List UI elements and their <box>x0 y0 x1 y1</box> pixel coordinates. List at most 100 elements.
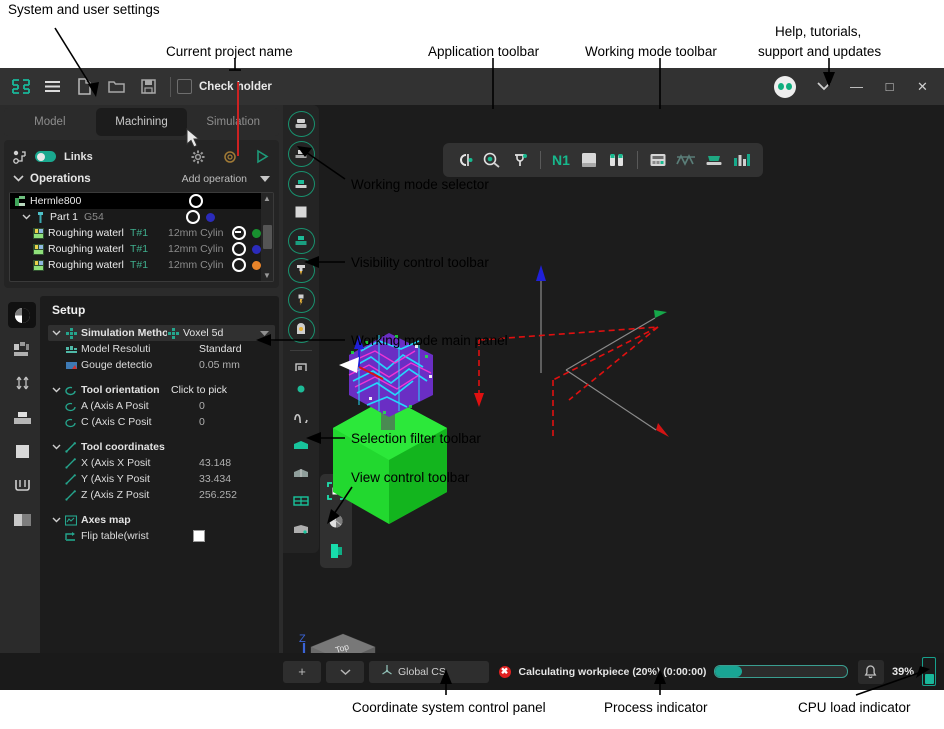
property-row-axis-y[interactable]: Y (Axis Y Posit 33.434 <box>40 471 279 487</box>
property-row-simulation-method[interactable]: Simulation Method Voxel 5d <box>48 325 275 341</box>
refresh-orange-icon[interactable] <box>223 150 237 164</box>
eight-logo-icon <box>6 74 36 100</box>
tab-simulation[interactable]: Simulation <box>187 108 279 136</box>
application-window: Check holder — □ ✕ Model Machining Simul… <box>0 68 944 690</box>
add-operation-button[interactable]: Add operation <box>182 173 247 185</box>
tab-machining[interactable]: Machining <box>96 108 188 136</box>
chevron-down-icon[interactable] <box>52 328 61 338</box>
viewport-3d[interactable]: N1 <box>283 105 944 690</box>
operation-name: Roughing waterline3 <box>48 259 124 271</box>
chevron-down-icon[interactable] <box>52 515 61 525</box>
property-row-axis-a[interactable]: A (Axis A Posit 0 <box>40 398 279 414</box>
table-row[interactable]: Roughing waterline T#1 12mm Cylin <box>10 225 261 241</box>
links-label: Links <box>64 151 93 163</box>
error-icon[interactable]: ✖ <box>499 666 511 678</box>
add-operation-chevron-icon[interactable] <box>260 174 270 184</box>
annotation-help-line2: support and updates <box>758 44 881 59</box>
operation-status-ring[interactable] <box>232 258 246 272</box>
play-triangle-icon[interactable] <box>255 149 270 164</box>
operation-desc: 12mm Cylin <box>168 243 230 255</box>
gear-icon[interactable] <box>191 150 205 164</box>
operations-block: Links Operations <box>4 140 279 288</box>
property-value: 0 <box>199 416 205 428</box>
annotation-visibility-control-toolbar: Visibility control toolbar <box>351 255 489 270</box>
flip-table-checkbox[interactable] <box>193 530 205 542</box>
add-coordinate-system-button[interactable]: + <box>283 661 321 683</box>
open-folder-icon[interactable] <box>100 73 132 101</box>
operation-tool: T#1 <box>130 259 168 271</box>
project-title: Check holder <box>199 81 272 93</box>
property-row-axes-map[interactable]: Axes map <box>40 512 279 528</box>
project-name-area[interactable]: Check holder <box>177 79 272 94</box>
coordinate-system-selector[interactable]: Global CS <box>369 661 489 683</box>
chevron-down-icon[interactable] <box>22 212 31 222</box>
maximize-button[interactable]: □ <box>874 73 905 101</box>
coordinate-system-dropdown-button[interactable] <box>326 661 364 683</box>
chevron-down-icon[interactable] <box>13 174 24 184</box>
property-row-tool-orientation[interactable]: Tool orientation Click to pick <box>40 382 279 398</box>
minimize-button[interactable]: — <box>841 73 872 101</box>
property-row-axis-z[interactable]: Z (Axis Z Posit 256.252 <box>40 487 279 503</box>
axis-x-icon <box>65 458 77 469</box>
scrollbar-thumb[interactable] <box>263 225 272 249</box>
coordinate-system-icon <box>381 664 393 679</box>
operations-header: Operations Add operation <box>4 168 279 190</box>
chevron-down-icon[interactable] <box>52 442 61 452</box>
operations-tree[interactable]: Hermle800 Part 1 <box>9 192 274 282</box>
operation-status-ring[interactable] <box>232 226 246 240</box>
property-row-flip-table[interactable]: Flip table(wrist <box>40 528 279 544</box>
hamburger-menu-icon[interactable] <box>36 73 68 101</box>
table-row[interactable]: Roughing waterline2 T#1 12mm Cylin <box>10 241 261 257</box>
annotation-application-toolbar: Application toolbar <box>428 44 539 59</box>
annotation-working-mode-main-panel: Working mode main panel <box>351 333 508 348</box>
table-row[interactable]: Part 1 G54 <box>10 209 261 225</box>
simulation-method-select[interactable]: Voxel 5d <box>167 327 269 339</box>
stock-box-icon[interactable] <box>8 438 36 464</box>
setup-sphere-icon[interactable] <box>8 302 36 328</box>
property-key: Flip table(wrist <box>81 530 193 542</box>
stock-height-icon[interactable] <box>8 370 36 396</box>
operation-status-ring[interactable] <box>189 194 203 208</box>
part-icon <box>34 212 46 223</box>
property-key: Simulation Method <box>81 327 167 339</box>
chevron-down-icon[interactable] <box>808 73 839 101</box>
property-row-axis-c[interactable]: C (Axis C Posit 0 <box>40 414 279 430</box>
links-toggle[interactable] <box>35 151 56 162</box>
notification-bell-icon[interactable] <box>858 660 884 684</box>
chevron-down-icon[interactable] <box>52 385 61 395</box>
save-disk-icon[interactable] <box>132 73 164 101</box>
property-key: Y (Axis Y Posit <box>81 473 193 485</box>
operation-icon <box>32 228 44 239</box>
select-chevron-icon[interactable] <box>260 327 269 339</box>
property-row-model-resolution[interactable]: Model Resoluti Standard <box>40 341 279 357</box>
help-face-icon[interactable] <box>774 76 796 98</box>
operation-status-ring[interactable] <box>186 210 200 224</box>
panel-title: Setup <box>40 303 279 325</box>
operation-tool: T#1 <box>130 227 168 239</box>
gouge-icon <box>65 360 77 371</box>
property-value: Standard <box>199 343 242 355</box>
scroll-up-arrow-icon[interactable]: ▲ <box>263 194 271 203</box>
operation-color-dot <box>252 229 261 238</box>
scroll-down-arrow-icon[interactable]: ▼ <box>263 271 271 280</box>
operation-color-dot <box>252 245 261 254</box>
tab-model[interactable]: Model <box>4 108 96 136</box>
vise-icon[interactable] <box>8 472 36 498</box>
fixture-icon[interactable] <box>8 404 36 430</box>
voxel-value-icon <box>167 328 179 339</box>
operation-status-ring[interactable] <box>232 242 246 256</box>
property-row-gouge-detection[interactable]: Gouge detectio 0.05 mm <box>40 357 279 373</box>
scrollbar[interactable]: ▲ ▼ <box>261 193 273 281</box>
close-button[interactable]: ✕ <box>907 73 938 101</box>
property-row-axis-x[interactable]: X (Axis X Posit 43.148 <box>40 455 279 471</box>
table-row[interactable]: Roughing waterline3 T#1 12mm Cylin <box>10 257 261 273</box>
property-value: 33.434 <box>199 473 231 485</box>
table-row[interactable]: Hermle800 <box>10 193 261 209</box>
new-file-icon[interactable] <box>68 73 100 101</box>
cpu-load-indicator: 39% <box>858 657 944 686</box>
machine-setup-icon[interactable] <box>8 336 36 362</box>
material-icon[interactable] <box>8 506 36 532</box>
title-bar: Check holder — □ ✕ <box>0 68 944 105</box>
property-row-tool-coordinates[interactable]: Tool coordinates <box>40 439 279 455</box>
annotation-coordinate-system-control-panel: Coordinate system control panel <box>352 700 546 715</box>
